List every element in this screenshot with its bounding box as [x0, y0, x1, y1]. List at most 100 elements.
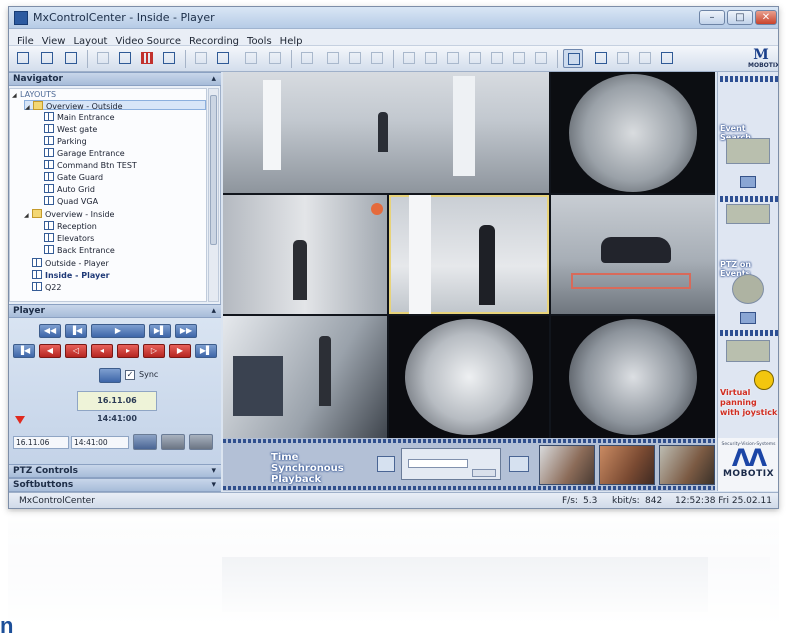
- tree-item-gate-guard[interactable]: Gate Guard: [44, 172, 103, 182]
- sync-player-dialog[interactable]: [401, 448, 501, 480]
- panel-button[interactable]: [399, 49, 419, 68]
- tree-item-parking[interactable]: Parking: [44, 136, 87, 146]
- go-to-end-button[interactable]: ▶▌: [195, 344, 217, 358]
- navigator-header[interactable]: Navigator ▴: [9, 72, 221, 86]
- collapse-icon[interactable]: ◢: [24, 211, 32, 221]
- sheet-button[interactable]: [531, 49, 551, 68]
- tree-item-reception[interactable]: Reception: [44, 221, 97, 231]
- expand-icon[interactable]: ▾: [211, 465, 216, 477]
- time-field[interactable]: 14:41:00: [71, 436, 129, 449]
- play-sync-icon[interactable]: [509, 456, 529, 472]
- play-button[interactable]: ▶: [91, 324, 145, 338]
- tree-item-overview-inside[interactable]: ◢ Overview - Inside: [24, 209, 114, 219]
- clock-icon[interactable]: [377, 456, 395, 472]
- event-thumbnail[interactable]: [726, 204, 770, 224]
- settings-button[interactable]: [591, 49, 611, 68]
- minimize-button[interactable]: –: [699, 10, 725, 25]
- split-button[interactable]: [345, 49, 365, 68]
- sync-thumbnail[interactable]: [539, 445, 595, 485]
- event-search-thumbnail[interactable]: [726, 138, 770, 164]
- marker-button[interactable]: [509, 49, 529, 68]
- navigator-scrollbar[interactable]: [208, 88, 219, 302]
- tree-item-back-entrance[interactable]: Back Entrance: [44, 245, 115, 255]
- monitor-button[interactable]: [93, 49, 113, 68]
- stack-button[interactable]: [367, 49, 387, 68]
- export-button[interactable]: [189, 434, 213, 450]
- tree-item-command-btn-test[interactable]: Command Btn TEST: [44, 160, 137, 170]
- info-button[interactable]: [635, 49, 655, 68]
- link-button[interactable]: [115, 49, 135, 68]
- previous-record-button[interactable]: ◂: [91, 344, 113, 358]
- save-layout-button[interactable]: [13, 49, 33, 68]
- softbuttons-header[interactable]: Softbuttons ▾: [9, 478, 221, 492]
- next-record-button[interactable]: ▸: [117, 344, 139, 358]
- fast-forward-button[interactable]: ▶▶: [175, 324, 197, 338]
- video-tile-fisheye-top[interactable]: [551, 72, 715, 193]
- previous-alarm-button[interactable]: ◁: [65, 344, 87, 358]
- go-to-time-button[interactable]: [133, 434, 157, 450]
- tree-item-auto-grid[interactable]: Auto Grid: [44, 184, 95, 194]
- ptz-icon[interactable]: [740, 312, 756, 324]
- layout-editor-button[interactable]: [37, 49, 57, 68]
- go-to-start-button[interactable]: ▐◀: [13, 344, 35, 358]
- zoom-button[interactable]: [487, 49, 507, 68]
- sync-thumbnail[interactable]: [599, 445, 655, 485]
- video-tile-desk[interactable]: [223, 316, 387, 438]
- tree-item-inside-player[interactable]: Inside - Player: [32, 270, 110, 280]
- sync-time-field[interactable]: [408, 459, 468, 468]
- expand-icon[interactable]: ▾: [211, 479, 216, 491]
- edit-layout-button[interactable]: [213, 49, 233, 68]
- sync-checkbox[interactable]: ✓: [125, 370, 135, 380]
- snapshot-button[interactable]: [161, 434, 185, 450]
- tile-button[interactable]: [443, 49, 463, 68]
- tree-item-outside-player[interactable]: Outside - Player: [32, 258, 109, 268]
- quad-button[interactable]: [421, 49, 441, 68]
- video-tile-reception[interactable]: [223, 195, 387, 314]
- video-tile-elevators[interactable]: [389, 195, 549, 314]
- next-event-button[interactable]: ▶: [169, 344, 191, 358]
- tree-item-q22[interactable]: Q22: [32, 282, 61, 292]
- sync-ok-button[interactable]: [472, 469, 496, 477]
- recording-button[interactable]: [137, 49, 157, 68]
- next-alarm-button[interactable]: ▷: [143, 344, 165, 358]
- tree-item-overview-outside[interactable]: ◢ Overview - Outside: [24, 100, 206, 113]
- video-tile-fisheye-panorama[interactable]: [551, 316, 715, 438]
- tree-item-main-entrance[interactable]: Main Entrance: [44, 112, 114, 122]
- copy-layout-button[interactable]: [191, 49, 211, 68]
- tree-item-garage-entrance[interactable]: Garage Entrance: [44, 148, 125, 158]
- tree-item-elevators[interactable]: Elevators: [44, 233, 94, 243]
- pin-icon[interactable]: ▴: [211, 73, 216, 85]
- window-button[interactable]: [241, 49, 261, 68]
- fast-rewind-button[interactable]: ◀◀: [39, 324, 61, 338]
- step-forward-button[interactable]: ▶▌: [149, 324, 171, 338]
- refresh-button[interactable]: [61, 49, 81, 68]
- power-button[interactable]: [563, 49, 583, 68]
- ptz-thumbnail[interactable]: [732, 274, 764, 304]
- tree-item-quad-vga[interactable]: Quad VGA: [44, 196, 98, 206]
- collapse-icon[interactable]: ◢: [12, 91, 20, 101]
- network-button[interactable]: [657, 49, 677, 68]
- pin-icon[interactable]: ▴: [211, 305, 216, 317]
- print-button[interactable]: [465, 49, 485, 68]
- sync-thumbnail[interactable]: [659, 445, 715, 485]
- help-button[interactable]: [613, 49, 633, 68]
- sync-toggle-button[interactable]: [99, 368, 121, 383]
- frame-button[interactable]: [265, 49, 285, 68]
- previous-event-button[interactable]: ◀: [39, 344, 61, 358]
- close-button[interactable]: ✕: [755, 10, 777, 25]
- ptz-controls-header[interactable]: PTZ Controls ▾: [9, 464, 221, 478]
- event-search-icon[interactable]: [740, 176, 756, 188]
- grid-view-button[interactable]: [159, 49, 179, 68]
- video-tile-lobby[interactable]: [223, 72, 549, 193]
- step-back-button[interactable]: ▐◀: [65, 324, 87, 338]
- tree-root-layouts[interactable]: ◢ LAYOUTS: [12, 90, 56, 100]
- display-button[interactable]: [297, 49, 317, 68]
- video-tile-parking[interactable]: [551, 195, 715, 314]
- maximize-button[interactable]: □: [727, 10, 753, 25]
- panning-thumbnail[interactable]: [726, 340, 770, 362]
- date-field[interactable]: 16.11.06: [13, 436, 69, 449]
- collapse-icon[interactable]: ◢: [25, 103, 33, 113]
- scrollbar-thumb[interactable]: [210, 95, 217, 245]
- video-tile-fisheye-bottom[interactable]: [389, 316, 549, 438]
- arrange-button[interactable]: [323, 49, 343, 68]
